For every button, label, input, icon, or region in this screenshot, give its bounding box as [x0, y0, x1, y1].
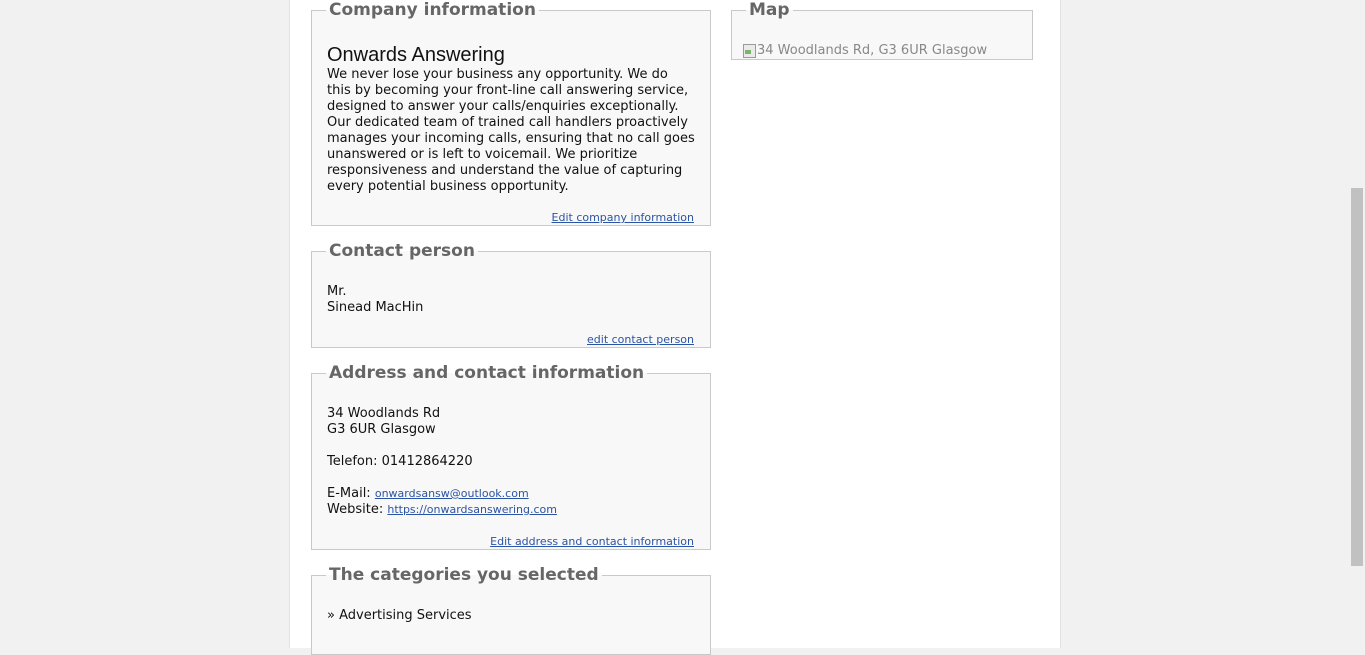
- company-info-section: Company information Onwards Answering We…: [311, 0, 711, 226]
- edit-company-link[interactable]: Edit company information: [552, 211, 694, 224]
- website-line: Website: https://onwardsanswering.com: [327, 502, 695, 518]
- contact-person-legend: Contact person: [329, 241, 475, 261]
- phone-label: Telefon:: [327, 454, 378, 469]
- contact-salutation: Mr.: [327, 284, 347, 299]
- address-city: G3 6UR Glasgow: [327, 422, 436, 437]
- map-section: Map 34 Woodlands Rd, G3 6UR Glasgow: [731, 0, 1033, 60]
- address-street: 34 Woodlands Rd: [327, 406, 441, 421]
- phone-line: Telefon: 01412864220: [327, 454, 695, 470]
- website-link[interactable]: https://onwardsanswering.com: [387, 503, 557, 516]
- categories-legend: The categories you selected: [329, 565, 599, 585]
- map-legend: Map: [749, 0, 790, 20]
- map-image: 34 Woodlands Rd, G3 6UR Glasgow: [742, 42, 987, 58]
- website-label: Website:: [327, 502, 384, 517]
- company-description: We never lose your business any opportun…: [327, 67, 695, 194]
- map-alt-text: 34 Woodlands Rd, G3 6UR Glasgow: [757, 42, 988, 58]
- scrollbar-thumb[interactable]: [1351, 188, 1363, 566]
- contact-person-section: Contact person Mr. Sinead MacHin edit co…: [311, 241, 711, 348]
- page-container: Company information Onwards Answering We…: [289, 0, 1061, 655]
- address-legend: Address and contact information: [329, 363, 645, 383]
- broken-image-icon: [742, 42, 756, 58]
- category-item: » Advertising Services: [327, 608, 472, 623]
- email-link[interactable]: onwardsansw@outlook.com: [375, 487, 529, 500]
- email-label: E-Mail:: [327, 486, 371, 501]
- address-section: Address and contact information 34 Woodl…: [311, 363, 711, 550]
- contact-name: Sinead MacHin: [327, 300, 424, 315]
- categories-section: The categories you selected » Advertisin…: [311, 565, 711, 655]
- email-line: E-Mail: onwardsansw@outlook.com: [327, 486, 695, 502]
- vertical-scrollbar[interactable]: [1349, 0, 1365, 634]
- edit-contact-link[interactable]: edit contact person: [587, 333, 694, 346]
- edit-address-link[interactable]: Edit address and contact information: [490, 535, 694, 548]
- company-name: Onwards Answering: [327, 44, 505, 66]
- phone-value: 01412864220: [381, 454, 473, 469]
- company-info-legend: Company information: [329, 0, 536, 20]
